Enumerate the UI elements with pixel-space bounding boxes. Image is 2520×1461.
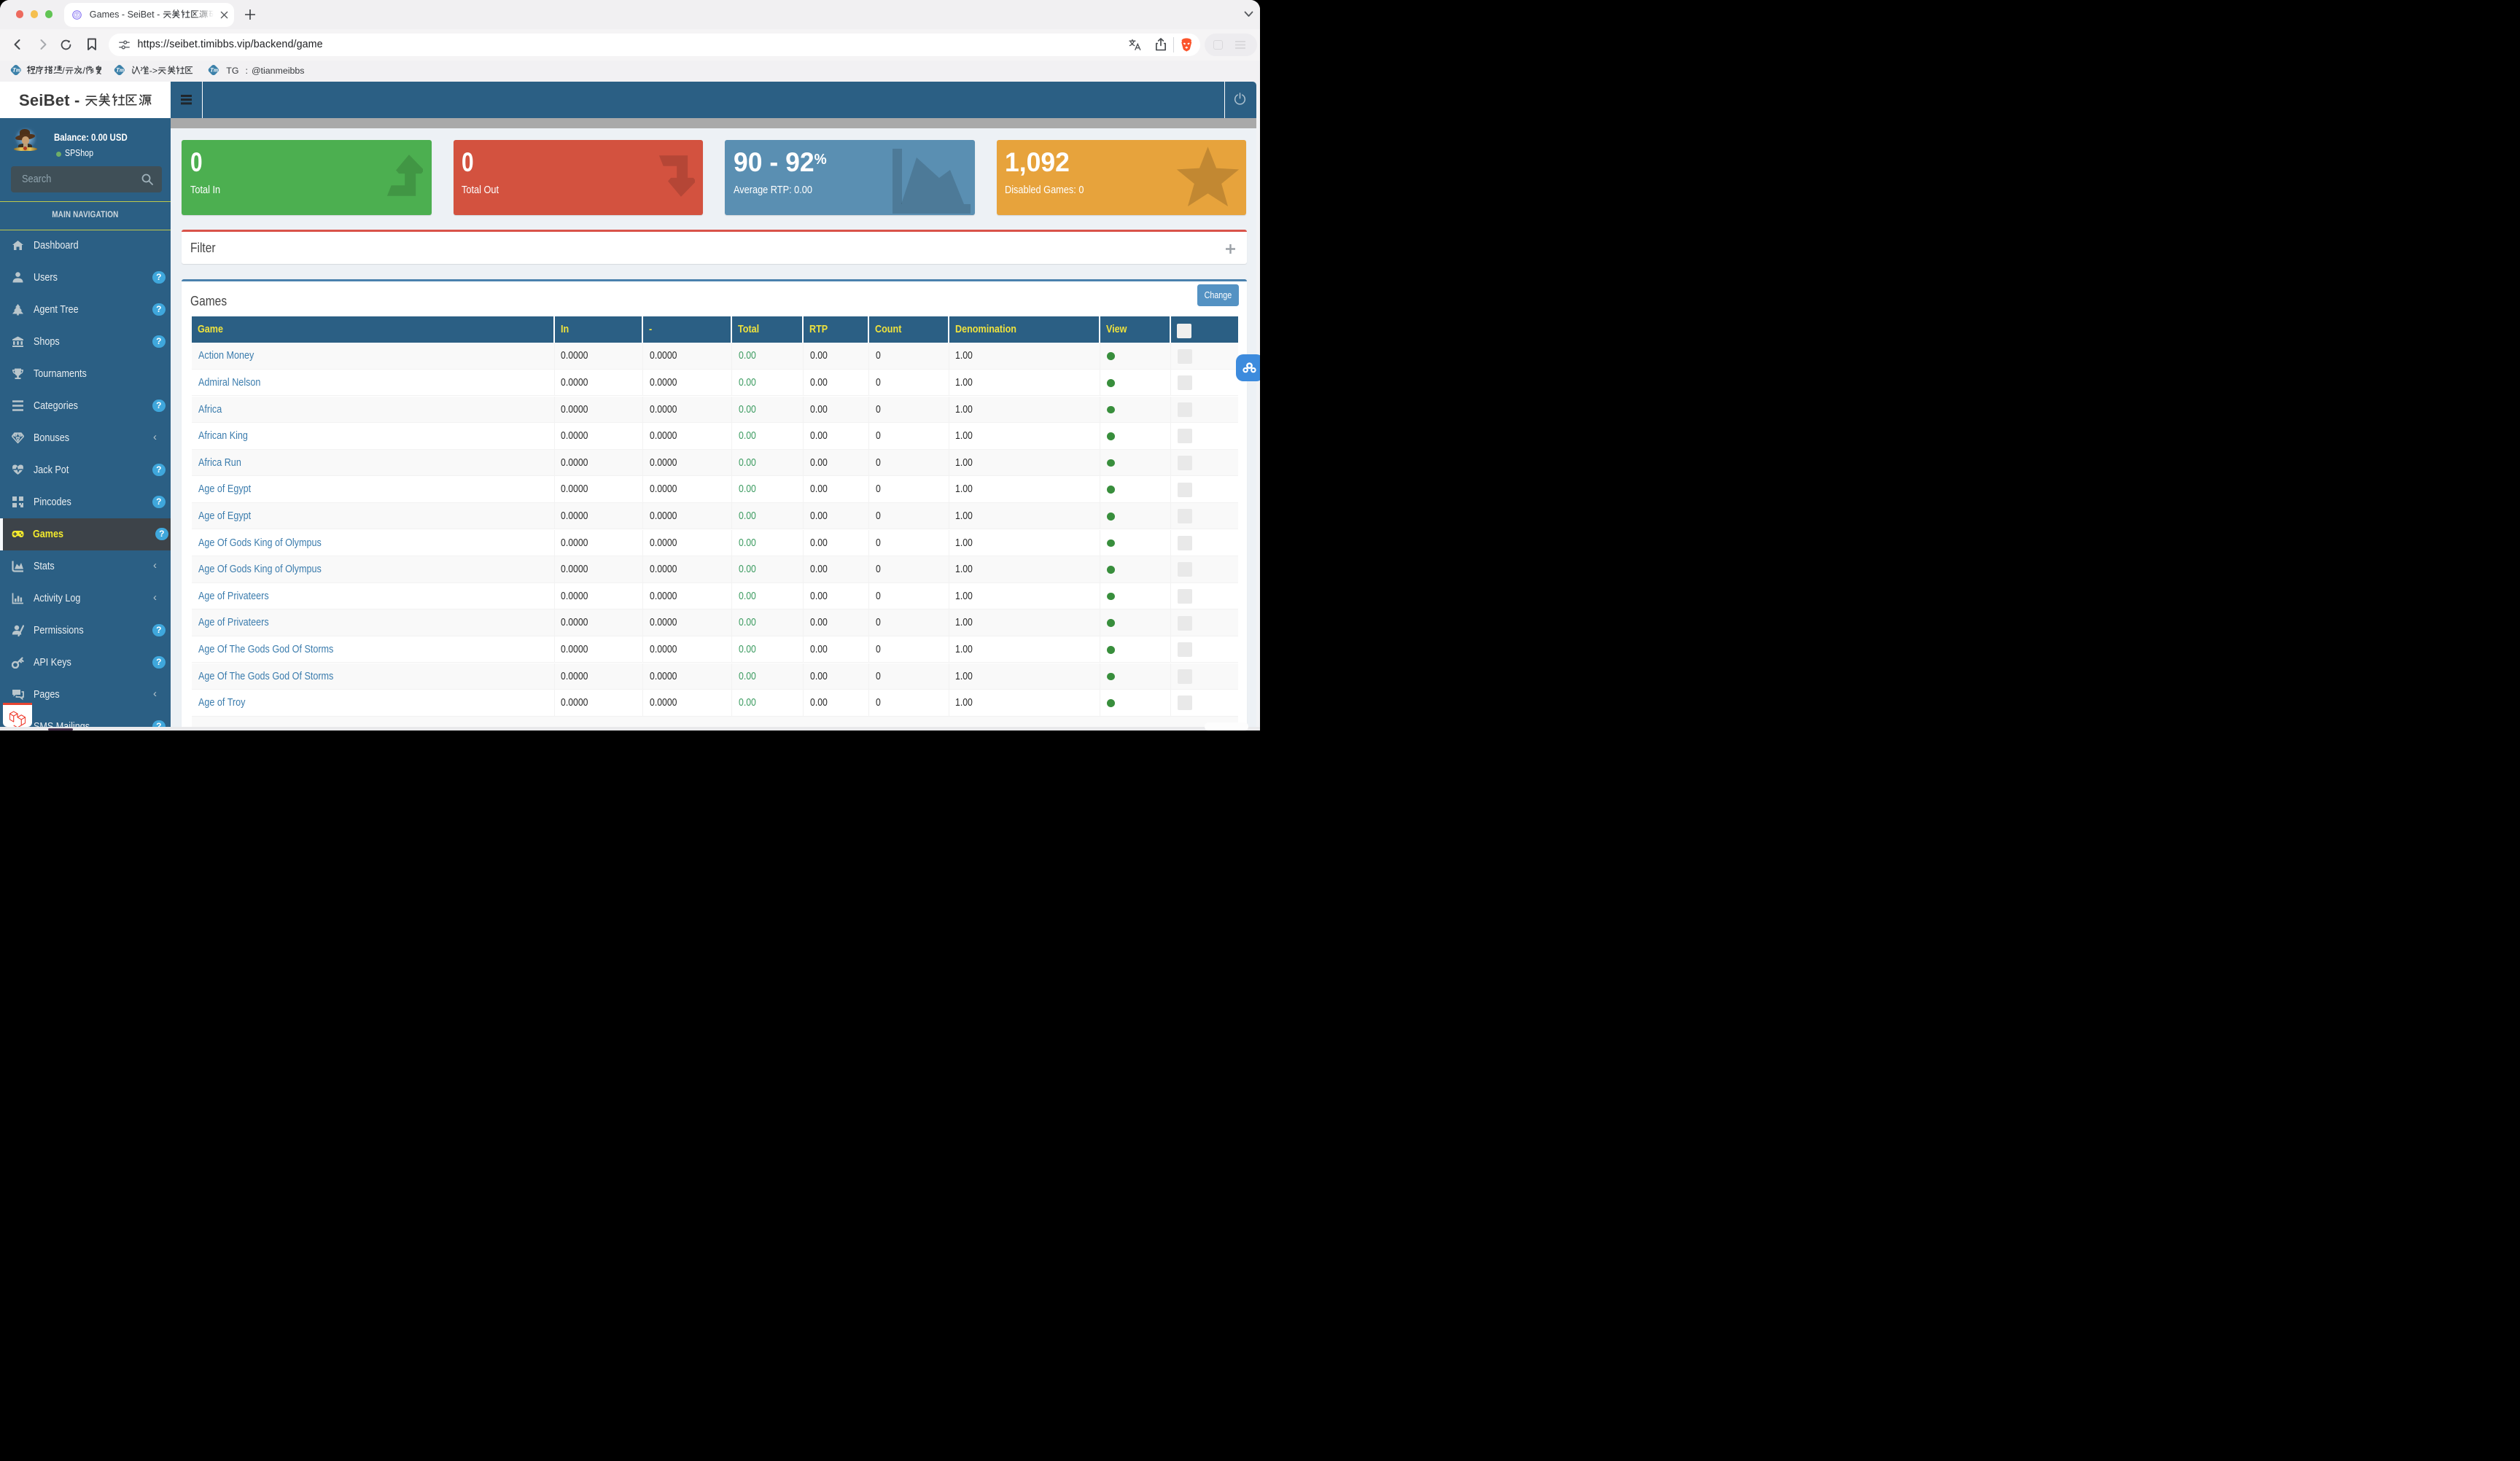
svg-text:B: B <box>75 13 78 17</box>
